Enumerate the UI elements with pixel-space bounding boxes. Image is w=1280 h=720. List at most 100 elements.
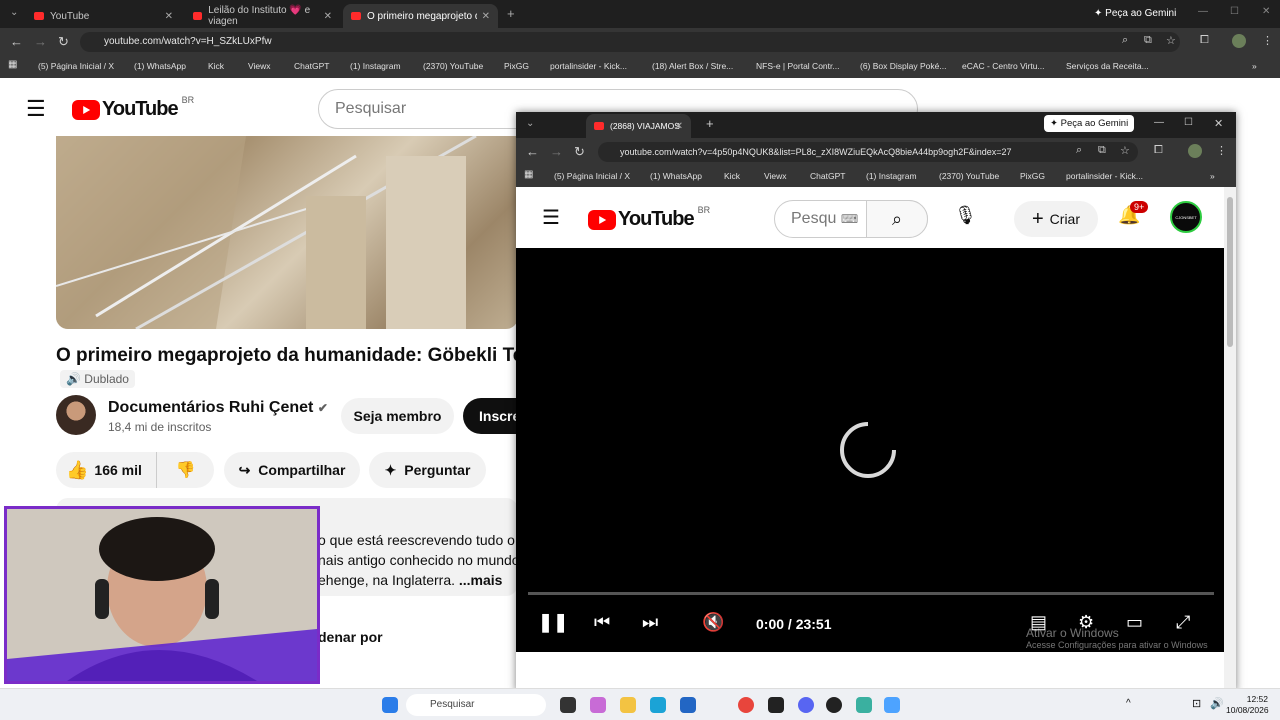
sort-comments-button[interactable]: denar por	[318, 629, 383, 645]
new-tab-button[interactable]: +	[706, 116, 714, 131]
apps-grid-icon[interactable]: ▦	[8, 59, 17, 70]
bookmark-pixgg[interactable]: PixGG	[1020, 171, 1045, 181]
url-field[interactable]: youtube.com/watch?v=H_SZkLUxPfw	[80, 32, 1180, 52]
like-button[interactable]: 👍 166 mil	[56, 452, 156, 488]
hamburger-menu-icon[interactable]: ☰	[26, 96, 46, 122]
youtube-logo[interactable]: YouTube BR	[72, 95, 194, 121]
more-bookmarks-icon[interactable]: »	[1252, 61, 1257, 71]
close-tab-icon[interactable]: ✕	[675, 121, 683, 132]
chrome-icon[interactable]	[738, 697, 754, 713]
copilot-icon[interactable]	[590, 697, 606, 713]
bookmark-whatsapp[interactable]: (1) WhatsApp	[134, 61, 186, 71]
bookmark-viewx[interactable]: Viewx	[248, 61, 271, 71]
keyboard-icon[interactable]: ⌨	[841, 212, 858, 226]
popup-scrollbar[interactable]	[1224, 187, 1236, 692]
tab-list-chevron-icon[interactable]: ⌄	[526, 118, 534, 129]
bookmark-x[interactable]: (5) Página Inicial / X	[38, 61, 114, 71]
tab-megaprojeto[interactable]: O primeiro megaprojeto da hu ✕	[343, 4, 498, 28]
maximize-icon[interactable]: ☐	[1184, 117, 1193, 128]
bookmark-portalinsider[interactable]: portalinsider - Kick...	[550, 61, 627, 71]
forward-icon[interactable]: →	[550, 144, 563, 159]
app-icon[interactable]	[884, 697, 900, 713]
minimize-icon[interactable]: —	[1154, 117, 1164, 128]
more-bookmarks-icon[interactable]: »	[1210, 171, 1215, 181]
back-icon[interactable]: ←	[10, 34, 23, 49]
popup-tab-viajamos[interactable]: (2868) VIAJAMOS ✕	[586, 114, 691, 138]
bookmark-nfse[interactable]: NFS-e | Portal Contr...	[756, 61, 839, 71]
menu-kebab-icon[interactable]: ⋮	[1216, 144, 1227, 157]
install-icon[interactable]: ⧉	[1144, 34, 1152, 47]
back-icon[interactable]: ←	[526, 144, 539, 159]
bookmark-kick[interactable]: Kick	[724, 171, 740, 181]
channel-name[interactable]: Documentários Ruhi Çenet ✔	[108, 399, 328, 417]
windows-start-icon[interactable]	[382, 697, 398, 713]
bookmark-x[interactable]: (5) Página Inicial / X	[554, 171, 630, 181]
tab-list-chevron-icon[interactable]: ⌄	[10, 7, 18, 18]
bookmark-alertbox[interactable]: (18) Alert Box / Stre...	[652, 61, 733, 71]
profile-avatar[interactable]	[1188, 144, 1202, 158]
notepad-icon[interactable]	[856, 697, 872, 713]
capcut-icon[interactable]	[768, 697, 784, 713]
close-window-icon[interactable]: ✕	[1262, 6, 1270, 17]
close-window-icon[interactable]: ✕	[1214, 117, 1223, 130]
hamburger-menu-icon[interactable]: ☰	[542, 205, 560, 230]
dislike-button[interactable]: 👎	[156, 452, 214, 488]
bookmark-instagram[interactable]: (1) Instagram	[350, 61, 401, 71]
maximize-icon[interactable]: ☐	[1230, 6, 1239, 17]
account-avatar[interactable]: CJONSBET	[1170, 201, 1202, 233]
obs-icon[interactable]	[826, 697, 842, 713]
zoom-icon[interactable]: ⌕	[1076, 144, 1082, 157]
bookmark-chatgpt[interactable]: ChatGPT	[810, 171, 845, 181]
bookmark-star-icon[interactable]: ☆	[1166, 34, 1176, 47]
share-button[interactable]: ↪ Compartilhar	[224, 452, 360, 488]
clock[interactable]: 12:52 10/08/2026	[1226, 694, 1269, 716]
taskview-icon[interactable]	[560, 697, 576, 713]
bookmark-ecac[interactable]: eCAC - Centro Virtu...	[962, 61, 1045, 71]
bookmark-portalinsider[interactable]: portalinsider - Kick...	[1066, 171, 1143, 181]
reload-icon[interactable]: ↻	[574, 144, 585, 160]
tab-leilao[interactable]: Leilão do Instituto 💗 e viagen ✕	[185, 4, 340, 28]
join-button[interactable]: Seja membro	[341, 398, 454, 434]
video-player[interactable]	[56, 136, 518, 329]
tab-youtube[interactable]: YouTube ✕	[26, 4, 181, 28]
mute-icon[interactable]: 🔇	[702, 612, 724, 633]
bookmark-youtube[interactable]: (2370) YouTube	[423, 61, 483, 71]
reload-icon[interactable]: ↻	[58, 34, 69, 50]
bookmark-whatsapp[interactable]: (1) WhatsApp	[650, 171, 702, 181]
discord-icon[interactable]	[798, 697, 814, 713]
close-tab-icon[interactable]: ✕	[165, 11, 173, 22]
extensions-icon[interactable]: ⧠	[1200, 34, 1209, 47]
forward-icon[interactable]: →	[34, 34, 47, 49]
bookmark-receita[interactable]: Serviços da Receita...	[1066, 61, 1149, 71]
create-button[interactable]: + Criar	[1014, 201, 1098, 237]
bookmark-pixgg[interactable]: PixGG	[504, 61, 529, 71]
outlook-icon[interactable]	[680, 697, 696, 713]
bookmark-star-icon[interactable]: ☆	[1120, 144, 1130, 157]
bookmark-kick[interactable]: Kick	[208, 61, 224, 71]
microphone-icon[interactable]: 🎙	[954, 205, 977, 226]
popup-video-player[interactable]: ❚❚ ⏮ ⏭ 🔇 0:00 / 23:51 ▤ ⚙ ▭ ⤢	[516, 248, 1224, 652]
minimize-icon[interactable]: —	[1198, 6, 1208, 17]
volume-icon[interactable]: 🔊	[1210, 697, 1224, 710]
close-tab-icon[interactable]: ✕	[324, 11, 332, 22]
zoom-icon[interactable]: ⌕	[1122, 34, 1128, 47]
tray-chevron-icon[interactable]: ^	[1126, 698, 1131, 709]
bookmark-chatgpt[interactable]: ChatGPT	[294, 61, 329, 71]
popup-url-field[interactable]: youtube.com/watch?v=4p50p4NQUK8&list=PL8…	[598, 142, 1138, 162]
gemini-button[interactable]: ✦ Peça ao Gemini	[1094, 8, 1176, 19]
progress-bar[interactable]	[528, 592, 1214, 595]
search-button[interactable]: ⌕	[866, 200, 928, 238]
new-tab-button[interactable]: +	[507, 6, 515, 21]
extensions-icon[interactable]: ⧠	[1154, 144, 1163, 157]
install-icon[interactable]: ⧉	[1098, 144, 1106, 157]
bookmark-boxdisplay[interactable]: (6) Box Display Poké...	[860, 61, 946, 71]
file-explorer-icon[interactable]	[620, 697, 636, 713]
profile-avatar[interactable]	[1232, 34, 1246, 48]
edge-icon[interactable]	[650, 697, 666, 713]
pause-icon[interactable]: ❚❚	[538, 612, 568, 633]
apps-grid-icon[interactable]: ▦	[524, 169, 533, 180]
gemini-button[interactable]: ✦ Peça ao Gemini	[1044, 115, 1135, 132]
bookmark-instagram[interactable]: (1) Instagram	[866, 171, 917, 181]
network-icon[interactable]: ⊡	[1192, 697, 1201, 710]
previous-icon[interactable]: ⏮	[594, 612, 610, 633]
